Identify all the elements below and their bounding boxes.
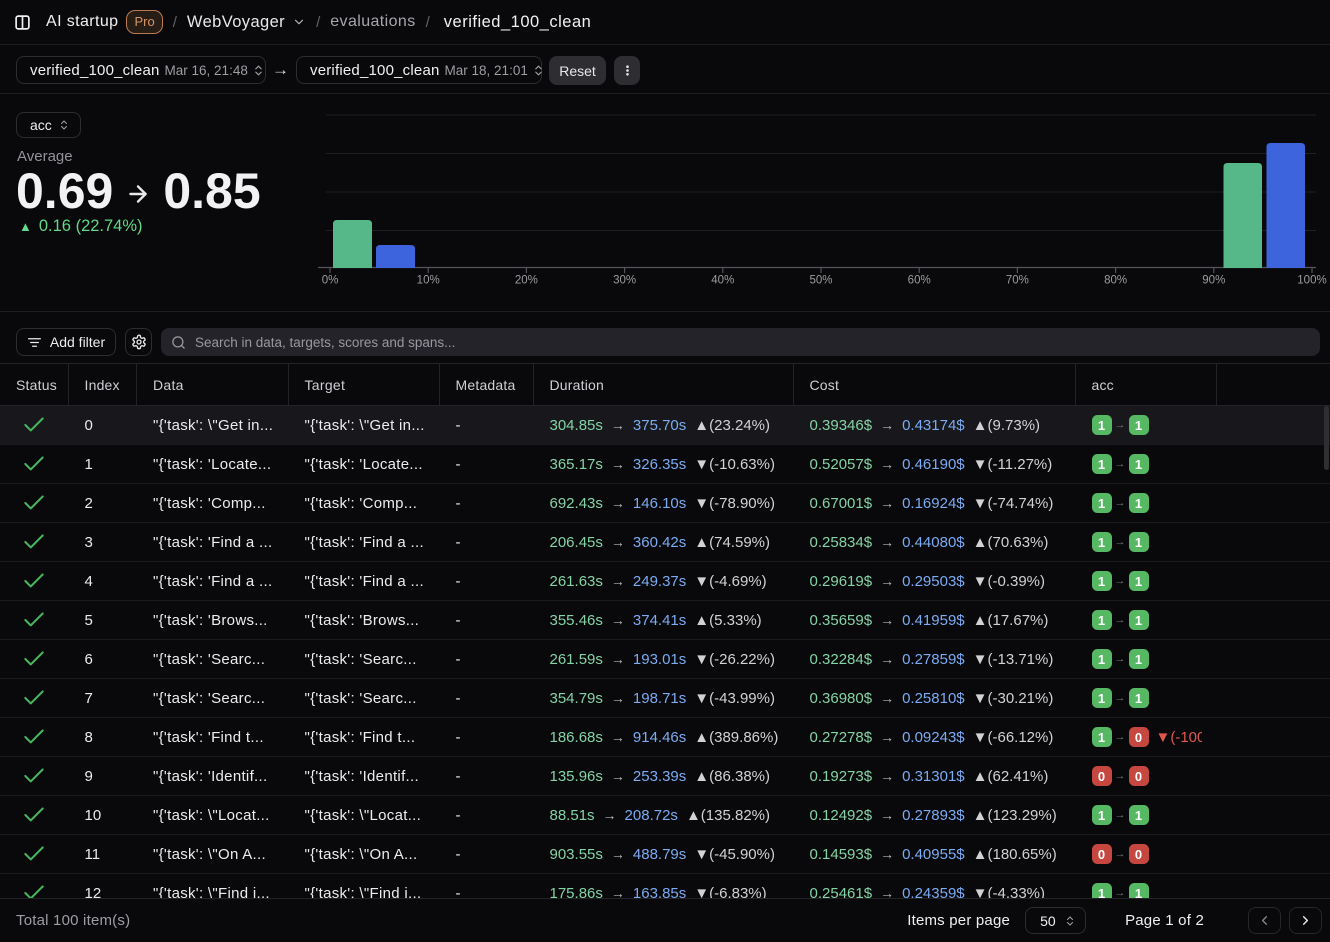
svg-text:30%: 30% bbox=[613, 275, 636, 287]
svg-text:50%: 50% bbox=[809, 275, 832, 287]
svg-text:100%: 100% bbox=[1297, 275, 1326, 287]
svg-text:20%: 20% bbox=[515, 275, 538, 287]
svg-text:70%: 70% bbox=[1006, 275, 1029, 287]
svg-text:10%: 10% bbox=[417, 275, 440, 287]
svg-text:60%: 60% bbox=[908, 275, 931, 287]
svg-text:0%: 0% bbox=[322, 275, 339, 287]
svg-text:40%: 40% bbox=[711, 275, 734, 287]
svg-text:80%: 80% bbox=[1104, 275, 1127, 287]
svg-text:90%: 90% bbox=[1202, 275, 1225, 287]
